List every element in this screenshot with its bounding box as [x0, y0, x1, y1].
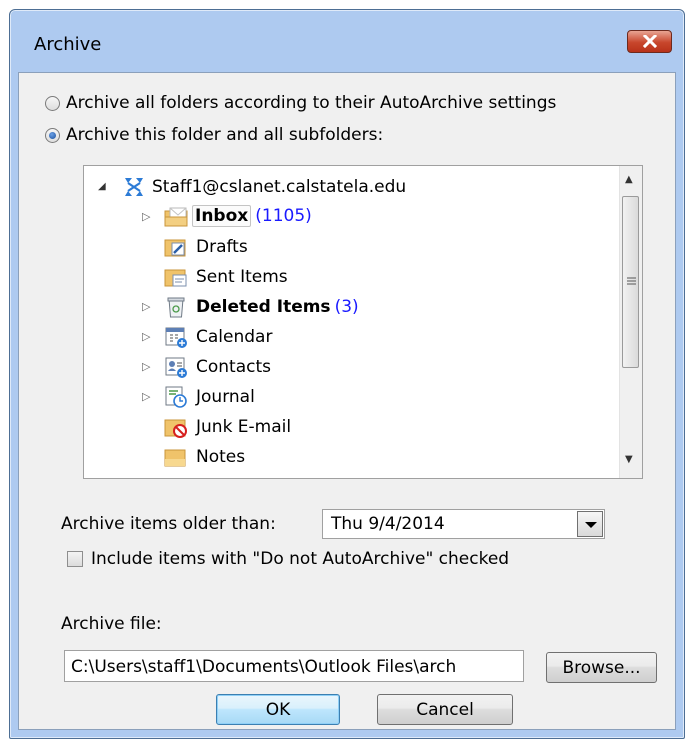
scrollbar-thumb[interactable]: [622, 196, 639, 368]
tree-vertical-scrollbar[interactable]: ▲ ▼: [619, 166, 642, 478]
archive-file-label: Archive file:: [61, 614, 162, 634]
contacts-icon: [165, 357, 187, 378]
archive-file-path-input[interactable]: C:\Users\staff1\Documents\Outlook Files\…: [64, 650, 524, 682]
tree-item-deleted-items-count: (3): [334, 297, 359, 317]
tree-item-notes-label: Notes: [196, 447, 246, 467]
archive-file-path-value: C:\Users\staff1\Documents\Outlook Files\…: [71, 657, 457, 677]
tree-item-inbox-label: Inbox: [192, 205, 252, 227]
expand-arrow-icon[interactable]: ▷: [142, 300, 150, 313]
tree-item-sent-items[interactable]: Sent Items: [84, 262, 614, 292]
notes-icon: [164, 449, 186, 467]
expand-arrow-icon[interactable]: ▷: [142, 210, 150, 223]
expand-arrow-icon[interactable]: ▷: [142, 330, 150, 343]
older-than-value: Thu 9/4/2014: [331, 514, 445, 534]
tree-item-drafts[interactable]: Drafts: [84, 232, 614, 262]
deleted-items-icon: [167, 297, 185, 318]
tree-item-journal[interactable]: ▷ Journal: [84, 382, 614, 412]
tree-item-inbox[interactable]: ▷ Inbox (1105): [84, 202, 614, 232]
title-bar[interactable]: Archive: [10, 10, 684, 72]
tree-item-notes[interactable]: Notes: [84, 442, 614, 472]
tree-item-drafts-label: Drafts: [196, 237, 248, 257]
sent-items-folder-icon: [164, 269, 187, 287]
close-button[interactable]: [627, 30, 672, 53]
scroll-down-arrow-icon[interactable]: ▼: [625, 454, 633, 465]
archive-all-label: Archive all folders according to their A…: [66, 93, 557, 113]
tree-item-deleted-items[interactable]: ▷ Deleted Items (3): [84, 292, 614, 322]
browse-button[interactable]: Browse...: [546, 652, 657, 683]
expand-arrow-icon[interactable]: ▷: [142, 390, 150, 403]
tree-item-junk-email-label: Junk E-mail: [196, 417, 292, 437]
tree-item-inbox-count: (1105): [255, 206, 312, 226]
include-do-not-autoarchive-checkbox[interactable]: [67, 551, 83, 567]
dialog-client-area: Archive all folders according to their A…: [18, 72, 676, 730]
tree-root-label: Staff1@cslanet.calstatela.edu: [152, 177, 407, 197]
close-icon: [643, 35, 657, 48]
tree-item-deleted-items-label-wrap: Deleted Items (3): [196, 297, 359, 317]
dropdown-arrow-button[interactable]: [577, 511, 603, 537]
archive-all-radio[interactable]: [45, 95, 60, 111]
tree-item-calendar-label: Calendar: [196, 327, 273, 347]
archive-all-option[interactable]: Archive all folders according to their A…: [45, 93, 556, 113]
tree-item-deleted-items-label: Deleted Items: [196, 297, 331, 317]
include-do-not-autoarchive-label: Include items with "Do not AutoArchive" …: [91, 549, 510, 569]
ok-button[interactable]: OK: [216, 694, 340, 725]
older-than-date-picker[interactable]: Thu 9/4/2014: [322, 509, 605, 539]
folder-tree[interactable]: ◢ Staff1@cslanet.calstatela.edu ▷ Inbox(…: [83, 165, 643, 479]
junk-email-icon: [164, 419, 187, 438]
tree-item-inbox-label-wrap: Inbox (1105): [192, 205, 312, 227]
window-title: Archive: [34, 34, 102, 55]
tree-item-calendar[interactable]: ▷ Calendar: [84, 322, 614, 352]
scrollbar-grip-icon: [627, 277, 636, 286]
archive-dialog-window: Archive Archive all folders according to…: [9, 9, 685, 739]
inbox-folder-icon: [164, 207, 188, 227]
tree-item-sent-items-label: Sent Items: [196, 267, 288, 287]
archive-this-label: Archive this folder and all subfolders:: [66, 125, 384, 145]
collapse-arrow-icon[interactable]: ◢: [98, 181, 106, 192]
archive-this-option[interactable]: Archive this folder and all subfolders:: [45, 125, 383, 145]
expand-arrow-icon[interactable]: ▷: [142, 360, 150, 373]
exchange-account-icon: [125, 178, 143, 196]
cancel-button[interactable]: Cancel: [377, 694, 513, 725]
tree-root-item[interactable]: ◢ Staff1@cslanet.calstatela.edu: [84, 172, 614, 202]
tree-item-journal-label: Journal: [196, 387, 255, 407]
drafts-folder-icon: [164, 239, 186, 257]
tree-item-contacts-label: Contacts: [196, 357, 271, 377]
older-than-label: Archive items older than:: [61, 514, 276, 534]
journal-icon: [165, 386, 187, 408]
archive-this-radio[interactable]: [45, 127, 60, 143]
scroll-up-arrow-icon[interactable]: ▲: [625, 174, 633, 185]
tree-item-contacts[interactable]: ▷ Contacts: [84, 352, 614, 382]
calendar-icon: [165, 327, 187, 348]
tree-item-junk-email[interactable]: Junk E-mail: [84, 412, 614, 442]
